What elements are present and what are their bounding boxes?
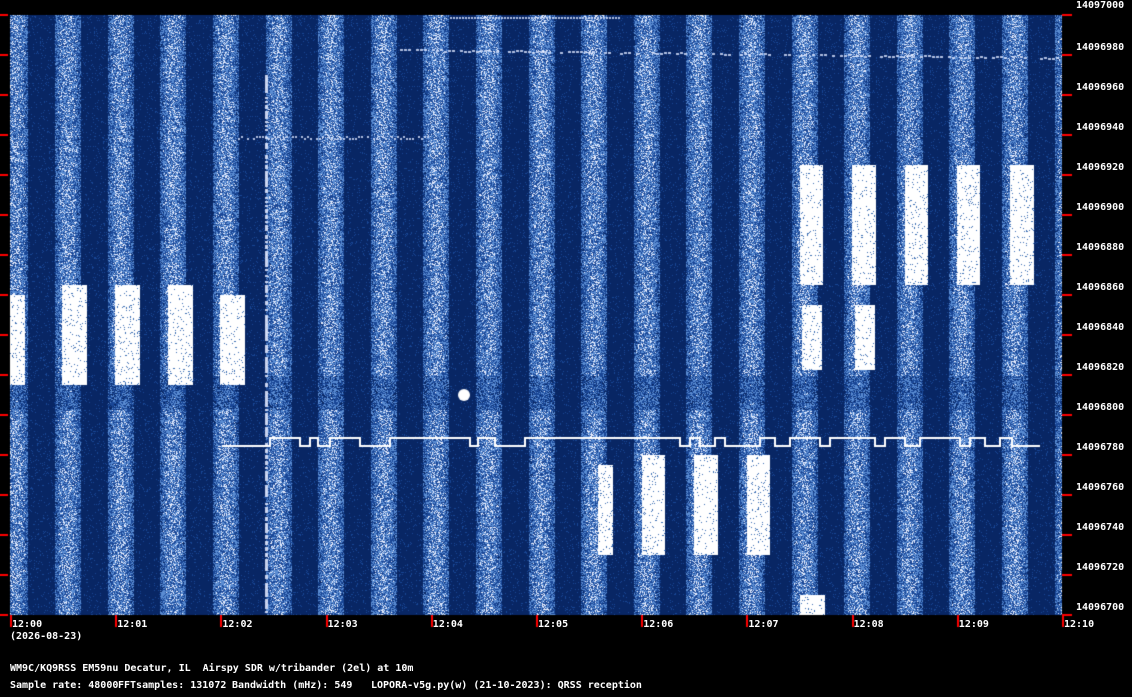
y-tick-label: 14096720	[1076, 562, 1125, 573]
y-tick-label: 14096920	[1076, 162, 1125, 173]
y-tick-label: 14096860	[1076, 282, 1125, 293]
x-tick-label: 12:05	[538, 619, 569, 630]
y-tick-label: 14096900	[1076, 202, 1125, 213]
waterfall-canvas	[0, 0, 1132, 697]
bandwidth: Bandwidth (mHz): 549	[232, 680, 353, 691]
y-tick-label: 14096940	[1076, 122, 1125, 133]
x-tick-label: 12:03	[327, 619, 358, 630]
x-tick-label: 12:10	[1064, 619, 1095, 630]
fft-samples: FFTsamples: 131072	[118, 680, 227, 691]
x-tick-label: 12:01	[117, 619, 148, 630]
y-tick-label: 14097000	[1076, 0, 1125, 11]
x-tick-label: 12:07	[748, 619, 779, 630]
y-tick-label: 14096780	[1076, 442, 1125, 453]
y-tick-label: 14096760	[1076, 482, 1125, 493]
sample-rate: Sample rate: 48000	[10, 680, 119, 691]
software-info: LOPORA-v5g.py(w) (21-10-2023): QRSS rece…	[371, 680, 642, 691]
x-tick-label: 12:09	[958, 619, 989, 630]
y-tick-label: 14096960	[1076, 82, 1125, 93]
y-tick-label: 14096700	[1076, 602, 1125, 613]
x-tick-label: 12:00	[12, 619, 43, 630]
x-tick-label: 12:08	[853, 619, 884, 630]
y-tick-label: 14096880	[1076, 242, 1125, 253]
x-tick-label: 12:02	[222, 619, 253, 630]
y-tick-label: 14096740	[1076, 522, 1125, 533]
y-tick-label: 14096840	[1076, 322, 1125, 333]
y-tick-label: 14096800	[1076, 402, 1125, 413]
y-tick-label: 14096820	[1076, 362, 1125, 373]
date-label: (2026-08-23)	[10, 631, 83, 642]
y-tick-label: 14096980	[1076, 42, 1125, 53]
x-tick-label: 12:04	[432, 619, 463, 630]
station-info: WM9C/KQ9RSS EM59nu Decatur, IL Airspy SD…	[10, 663, 414, 674]
x-tick-label: 12:06	[643, 619, 674, 630]
